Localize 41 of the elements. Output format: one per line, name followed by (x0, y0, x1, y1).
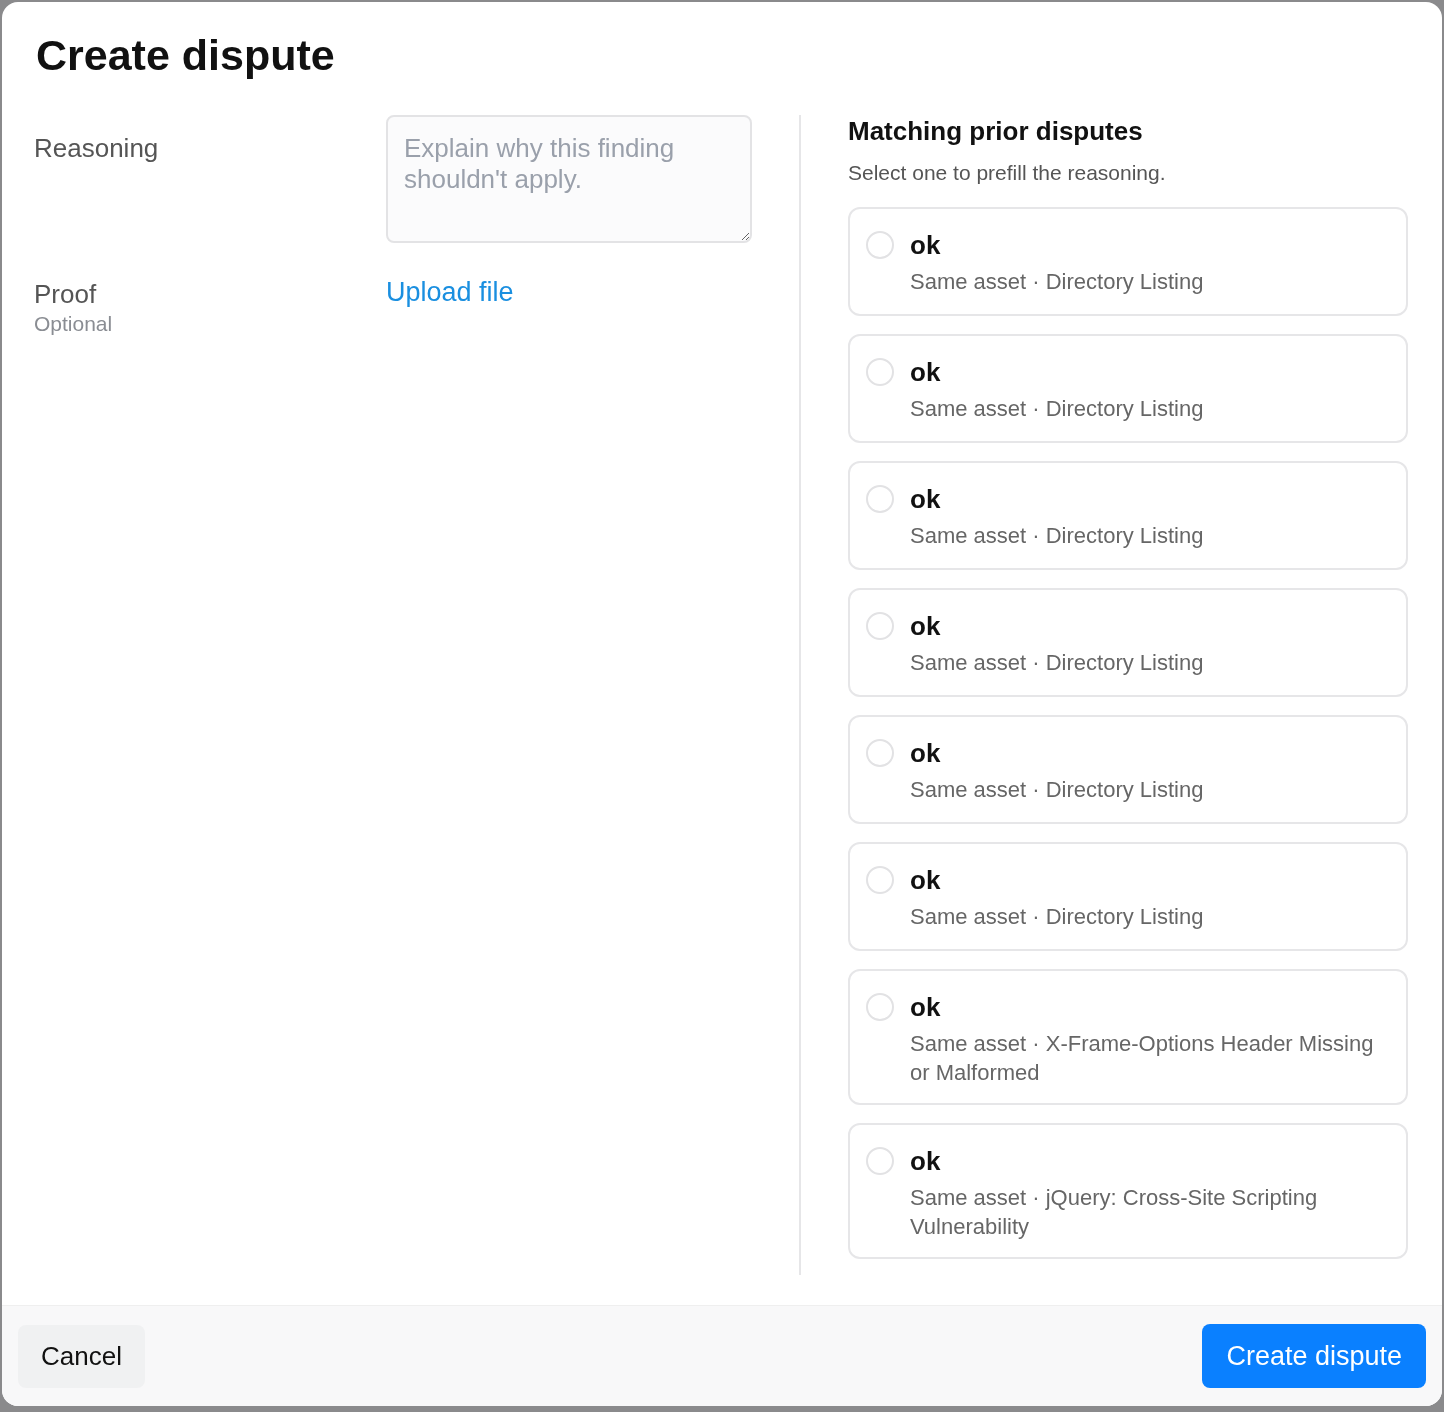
radio-button[interactable] (866, 358, 894, 386)
option-detail: Same asset · Directory Listing (910, 903, 1204, 931)
radio-button[interactable] (866, 739, 894, 767)
option-detail: Same asset · X-Frame-Options Header Missing or Malformed (910, 1030, 1375, 1087)
option-detail: Same asset · Directory Listing (910, 522, 1204, 550)
option-title: ok (910, 610, 942, 642)
section-title: Matching prior disputes (848, 115, 1144, 147)
option-detail: Same asset · jQuery: Cross-Site Scripting Vulnerability (910, 1184, 1319, 1241)
option-title: ok (910, 483, 942, 515)
option-detail: Same asset · Directory Listing (910, 649, 1204, 677)
radio-button[interactable] (866, 993, 894, 1021)
dispute-option-card[interactable]: ok Same asset · jQuery: Cross-Site Scripting Vulnerability (848, 1123, 1408, 1259)
cancel-button[interactable]: Cancel (18, 1324, 145, 1388)
option-detail: Same asset · Directory Listing (910, 268, 1204, 296)
dispute-option-card[interactable]: ok Same asset · Directory Listing (848, 842, 1408, 951)
option-title: ok (910, 229, 942, 261)
radio-button[interactable] (866, 231, 894, 259)
dispute-option-card[interactable]: ok Same asset · Directory Listing (848, 715, 1408, 824)
reasoning-field[interactable]: Explain why this finding shouldn't apply. (386, 115, 752, 243)
dispute-option-card[interactable]: ok Same asset · Directory Listing (848, 461, 1408, 570)
option-title: ok (910, 737, 942, 769)
field-hint: Optional (34, 312, 114, 336)
radio-button[interactable] (866, 485, 894, 513)
dispute-option-card[interactable]: ok Same asset · X-Frame-Options Header Missing or Malformed (848, 969, 1408, 1105)
radio-button[interactable] (866, 866, 894, 894)
radio-button[interactable] (866, 612, 894, 640)
dispute-option-card[interactable]: ok Same asset · Directory Listing (848, 334, 1408, 443)
option-title: ok (910, 864, 942, 896)
option-title: ok (910, 991, 942, 1023)
option-detail: Same asset · Directory Listing (910, 776, 1204, 804)
option-title: ok (910, 356, 942, 388)
field-label: Proof (34, 279, 98, 309)
section-subtitle: Select one to prefill the reasoning. (848, 161, 1167, 185)
dialog-title: Create dispute (36, 30, 335, 81)
field-label: Reasoning (34, 132, 160, 165)
create-button[interactable]: Create dispute (1202, 1324, 1426, 1388)
dispute-option-card[interactable]: ok Same asset · Directory Listing (848, 588, 1408, 697)
dispute-option-card[interactable]: ok Same asset · Directory Listing (848, 207, 1408, 316)
radio-button[interactable] (866, 1147, 894, 1175)
option-detail: Same asset · Directory Listing (910, 395, 1204, 423)
option-title: ok (910, 1145, 942, 1177)
